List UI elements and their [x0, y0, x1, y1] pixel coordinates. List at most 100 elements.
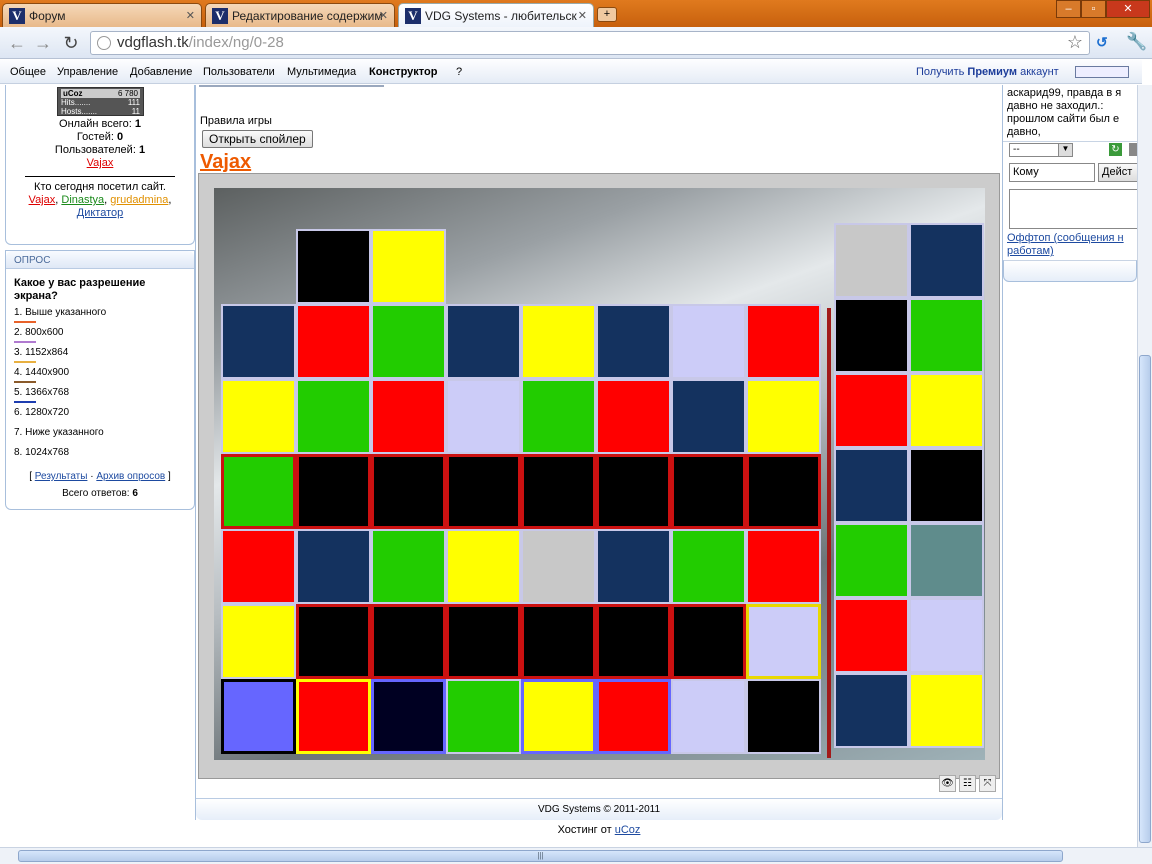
game-cell[interactable] [296, 229, 371, 304]
tab-edit-content[interactable]: V Редактирование содержим ✕ [205, 3, 395, 27]
chat-action-button[interactable]: Дейст [1098, 163, 1138, 182]
game-cell[interactable] [746, 604, 821, 679]
game-cell[interactable] [671, 304, 746, 379]
game-cell[interactable] [596, 604, 671, 679]
game-cell[interactable] [521, 679, 596, 754]
new-tab-button[interactable]: + [597, 7, 617, 22]
refresh-icon[interactable]: ↻ [1109, 143, 1122, 156]
game-cell[interactable] [221, 304, 296, 379]
menu-help[interactable]: ? [456, 66, 462, 78]
game-cell[interactable] [446, 679, 521, 754]
game-cell[interactable] [596, 679, 671, 754]
game-cell[interactable] [221, 529, 296, 604]
game-cell[interactable] [834, 523, 909, 598]
close-window-button[interactable]: ✕ [1106, 0, 1150, 18]
visitor-link[interactable]: Dinastya [61, 194, 104, 206]
minimize-button[interactable]: – [1056, 0, 1081, 18]
vertical-scroll-thumb[interactable] [1139, 355, 1151, 843]
grid-icon[interactable]: ☷ [959, 775, 976, 792]
address-bar[interactable]: vdgflash.tk/index/ng/0-28 ☆ [90, 31, 1090, 55]
close-tab-icon[interactable]: ✕ [578, 9, 587, 22]
close-tab-icon[interactable]: ✕ [379, 9, 388, 22]
game-cell[interactable] [746, 679, 821, 754]
game-cell[interactable] [446, 604, 521, 679]
game-cell[interactable] [746, 529, 821, 604]
game-cell[interactable] [834, 223, 909, 298]
game-cell[interactable] [371, 229, 446, 304]
menu-add[interactable]: Добавление [130, 66, 192, 78]
poll-results-link[interactable]: Результаты [35, 471, 88, 482]
visitor-link[interactable]: grudadmina [110, 194, 168, 206]
game-cell[interactable] [371, 304, 446, 379]
offtop-link[interactable]: Оффтоп (сообщения н работам) [1007, 232, 1137, 258]
menu-management[interactable]: Управление [57, 66, 118, 78]
ucoz-counter[interactable]: uCoz 6 780 Hits....... 111 Hosts....... 11 [57, 87, 144, 116]
game-cell[interactable] [371, 529, 446, 604]
game-cell[interactable] [296, 379, 371, 454]
eye-icon[interactable]: 👁 [939, 775, 956, 792]
game-cell[interactable] [746, 454, 821, 529]
game-cell[interactable] [221, 679, 296, 754]
horizontal-scrollbar[interactable]: ||| [0, 847, 1152, 864]
game-cell[interactable] [834, 298, 909, 373]
game-cell[interactable] [834, 673, 909, 748]
close-tab-icon[interactable]: ✕ [186, 9, 195, 22]
bookmark-star-icon[interactable]: ☆ [1067, 32, 1083, 53]
game-title[interactable]: Vajax [200, 151, 251, 174]
game-cell[interactable] [596, 454, 671, 529]
game-cell[interactable] [446, 454, 521, 529]
menu-multimedia[interactable]: Мультимедиа [287, 66, 356, 78]
horizontal-scroll-thumb[interactable]: ||| [18, 850, 1063, 862]
game-cell[interactable] [671, 454, 746, 529]
game-cell[interactable] [834, 373, 909, 448]
game-cell[interactable] [671, 379, 746, 454]
game-cell[interactable] [521, 454, 596, 529]
game-cell[interactable] [446, 379, 521, 454]
visitor-link[interactable]: Диктатор [77, 207, 123, 219]
game-cell[interactable] [909, 673, 984, 748]
game-cell[interactable] [909, 298, 984, 373]
game-cell[interactable] [746, 379, 821, 454]
game-cell[interactable] [296, 529, 371, 604]
chat-message-input[interactable] [1009, 189, 1139, 229]
maximize-button[interactable]: ▫ [1081, 0, 1106, 18]
game-cell[interactable] [296, 454, 371, 529]
game-cell[interactable] [221, 454, 296, 529]
game-cell[interactable] [371, 679, 446, 754]
game-cell[interactable] [671, 604, 746, 679]
game-cell[interactable] [909, 598, 984, 673]
game-cell[interactable] [371, 379, 446, 454]
admin-bar-slider[interactable] [1075, 66, 1129, 78]
game-cell[interactable] [521, 304, 596, 379]
visitor-link[interactable]: Vajax [29, 194, 56, 206]
menu-users[interactable]: Пользователи [203, 66, 275, 78]
game-cell[interactable] [596, 379, 671, 454]
game-cell[interactable] [671, 529, 746, 604]
game-cell[interactable] [909, 523, 984, 598]
premium-link[interactable]: Получить Премиум аккаунт [916, 66, 1059, 78]
game-cell[interactable] [371, 454, 446, 529]
extension-icon[interactable]: ↺ [1096, 34, 1108, 51]
game-cell[interactable] [671, 679, 746, 754]
game-cell[interactable] [221, 379, 296, 454]
online-user-link[interactable]: Vajax [87, 157, 114, 169]
menu-general[interactable]: Общее [10, 66, 46, 78]
forward-arrow-icon[interactable]: → [32, 33, 54, 54]
chat-select[interactable]: -- ▼ [1009, 143, 1073, 157]
game-cell[interactable] [221, 604, 296, 679]
game-cell[interactable] [746, 304, 821, 379]
ucoz-link[interactable]: uCoz [615, 824, 641, 836]
spoiler-button[interactable]: Открыть спойлер [202, 130, 313, 148]
vertical-scrollbar[interactable] [1137, 85, 1152, 847]
back-arrow-icon[interactable]: ← [6, 33, 28, 54]
game-cell[interactable] [296, 304, 371, 379]
game-cell[interactable] [909, 373, 984, 448]
game-cell[interactable] [909, 448, 984, 523]
game-cell[interactable] [296, 679, 371, 754]
game-cell[interactable] [521, 604, 596, 679]
poll-archive-link[interactable]: Архив опросов [96, 471, 165, 482]
wrench-icon[interactable]: 🔧 [1126, 32, 1147, 52]
game-cell[interactable] [446, 304, 521, 379]
game-cell[interactable] [371, 604, 446, 679]
game-cell[interactable] [446, 529, 521, 604]
